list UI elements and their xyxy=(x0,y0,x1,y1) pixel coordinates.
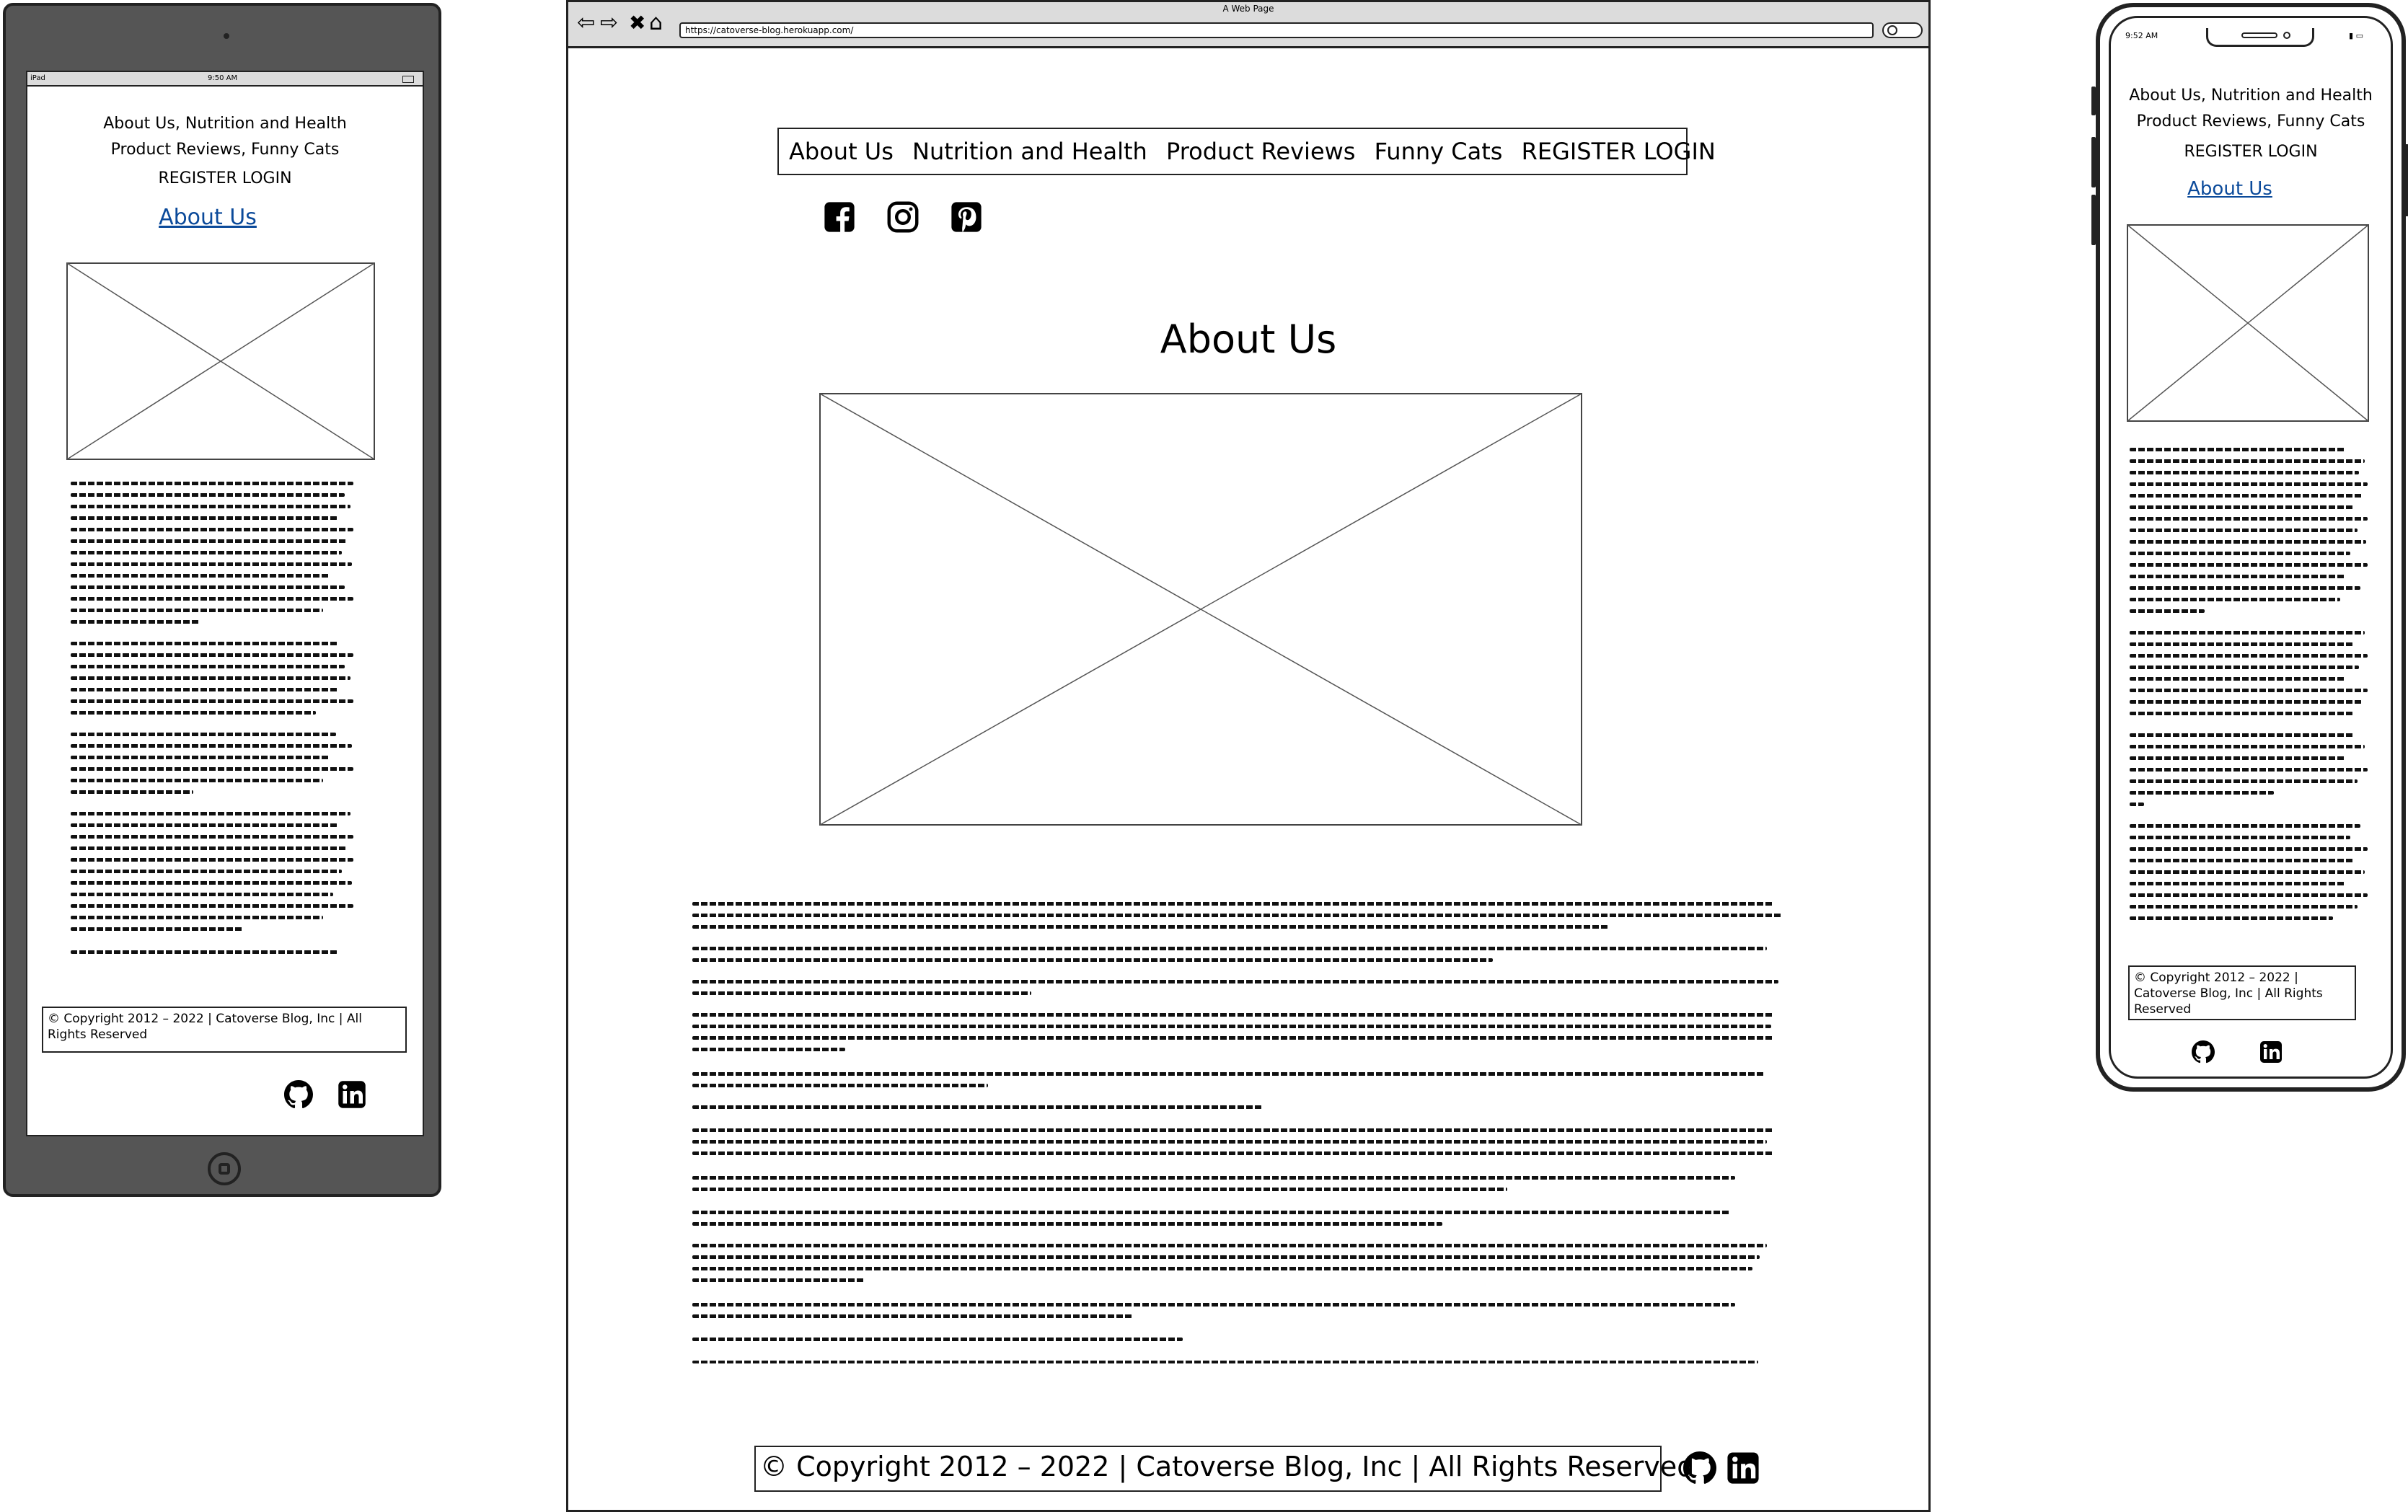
tablet-status-bar: iPad 9:50 AM xyxy=(27,72,423,87)
phone-device-frame: 9:52 AM ▮ ▭ About Us, Nutrition and Heal… xyxy=(2096,3,2406,1092)
nav-funny-cats[interactable]: Funny Cats xyxy=(1375,138,1503,165)
github-icon[interactable] xyxy=(1683,1451,1716,1485)
browser-body-text xyxy=(692,902,1783,1363)
tablet-device-frame: iPad 9:50 AM About Us, Nutrition and Hea… xyxy=(3,3,441,1197)
back-arrow-icon[interactable]: ⇦ xyxy=(577,12,595,34)
phone-copyright-box: © Copyright 2012 – 2022 | Catoverse Blog… xyxy=(2128,965,2356,1020)
tablet-image-placeholder xyxy=(66,262,375,460)
close-icon[interactable]: ✖ xyxy=(629,12,645,34)
browser-nav-bar: About Us Nutrition and Health Product Re… xyxy=(777,128,1716,175)
tablet-nav: About Us, Nutrition and Health Product R… xyxy=(27,111,423,192)
search-field[interactable] xyxy=(1882,22,1923,38)
facebook-icon[interactable] xyxy=(824,201,855,233)
tablet-status-time: 9:50 AM xyxy=(208,74,238,82)
battery-icon: ▭ xyxy=(2355,31,2363,40)
tablet-body-text xyxy=(71,482,359,972)
tablet-copyright-box: © Copyright 2012 – 2022 | Catoverse Blog… xyxy=(42,1007,407,1053)
phone-about-heading[interactable]: About Us xyxy=(2111,178,2349,200)
browser-image-placeholder xyxy=(819,393,1582,826)
tablet-nav-line-2[interactable]: Product Reviews, Funny Cats xyxy=(27,137,423,163)
search-icon xyxy=(1887,25,1897,35)
tablet-home-button[interactable] xyxy=(208,1152,241,1185)
linkedin-icon[interactable] xyxy=(338,1080,366,1109)
phone-auth-links[interactable]: REGISTER LOGIN xyxy=(2111,139,2391,165)
nav-nutrition-health[interactable]: Nutrition and Health xyxy=(912,138,1147,165)
pinterest-icon[interactable] xyxy=(951,201,982,233)
phone-nav-line-1[interactable]: About Us, Nutrition and Health xyxy=(2111,83,2391,109)
url-input[interactable]: https://catoverse-blog.herokuapp.com/ xyxy=(679,22,1874,38)
phone-screen: 9:52 AM ▮ ▭ About Us, Nutrition and Heal… xyxy=(2109,16,2393,1079)
tablet-status-device: iPad xyxy=(30,74,45,82)
home-square-icon xyxy=(219,1163,230,1175)
signal-icon: ▮ xyxy=(2349,31,2354,40)
nav-product-reviews[interactable]: Product Reviews xyxy=(1166,138,1356,165)
forward-arrow-icon[interactable]: ⇨ xyxy=(600,12,618,34)
linkedin-icon[interactable] xyxy=(2259,1040,2283,1064)
phone-nav-line-2[interactable]: Product Reviews, Funny Cats xyxy=(2111,109,2391,135)
browser-window-title: A Web Page xyxy=(1222,4,1274,14)
browser-toolbar: A Web Page ⇦ ⇨ ✖ ⌂ https://catoverse-blo… xyxy=(568,2,1928,48)
battery-icon xyxy=(402,76,414,83)
tablet-auth-links[interactable]: REGISTER LOGIN xyxy=(27,166,423,192)
speaker-icon xyxy=(2241,32,2277,38)
phone-nav: About Us, Nutrition and Health Product R… xyxy=(2111,83,2391,165)
phone-image-placeholder xyxy=(2127,224,2369,422)
browser-about-heading: About Us xyxy=(1160,317,1337,362)
tablet-screen: iPad 9:50 AM About Us, Nutrition and Hea… xyxy=(26,71,424,1136)
nav-about-us[interactable]: About Us xyxy=(789,138,894,165)
tablet-about-heading[interactable]: About Us xyxy=(27,205,388,230)
phone-status-icons: ▮ ▭ xyxy=(2349,31,2363,40)
phone-body-text xyxy=(2130,448,2372,938)
browser-window: A Web Page ⇦ ⇨ ✖ ⌂ https://catoverse-blo… xyxy=(566,0,1931,1512)
instagram-icon[interactable] xyxy=(887,201,919,233)
linkedin-icon[interactable] xyxy=(1726,1451,1760,1485)
home-icon[interactable]: ⌂ xyxy=(649,12,663,34)
nav-register-login[interactable]: REGISTER LOGIN xyxy=(1522,138,1716,165)
github-icon[interactable] xyxy=(284,1080,313,1109)
browser-copyright-box: © Copyright 2012 – 2022 | Catoverse Blog… xyxy=(754,1446,1694,1492)
github-icon[interactable] xyxy=(2192,1040,2215,1064)
phone-notch xyxy=(2206,28,2314,47)
phone-status-time: 9:52 AM xyxy=(2125,31,2158,40)
front-camera-icon xyxy=(2283,32,2290,39)
tablet-nav-line-1[interactable]: About Us, Nutrition and Health xyxy=(27,111,423,137)
tablet-camera xyxy=(224,33,229,39)
